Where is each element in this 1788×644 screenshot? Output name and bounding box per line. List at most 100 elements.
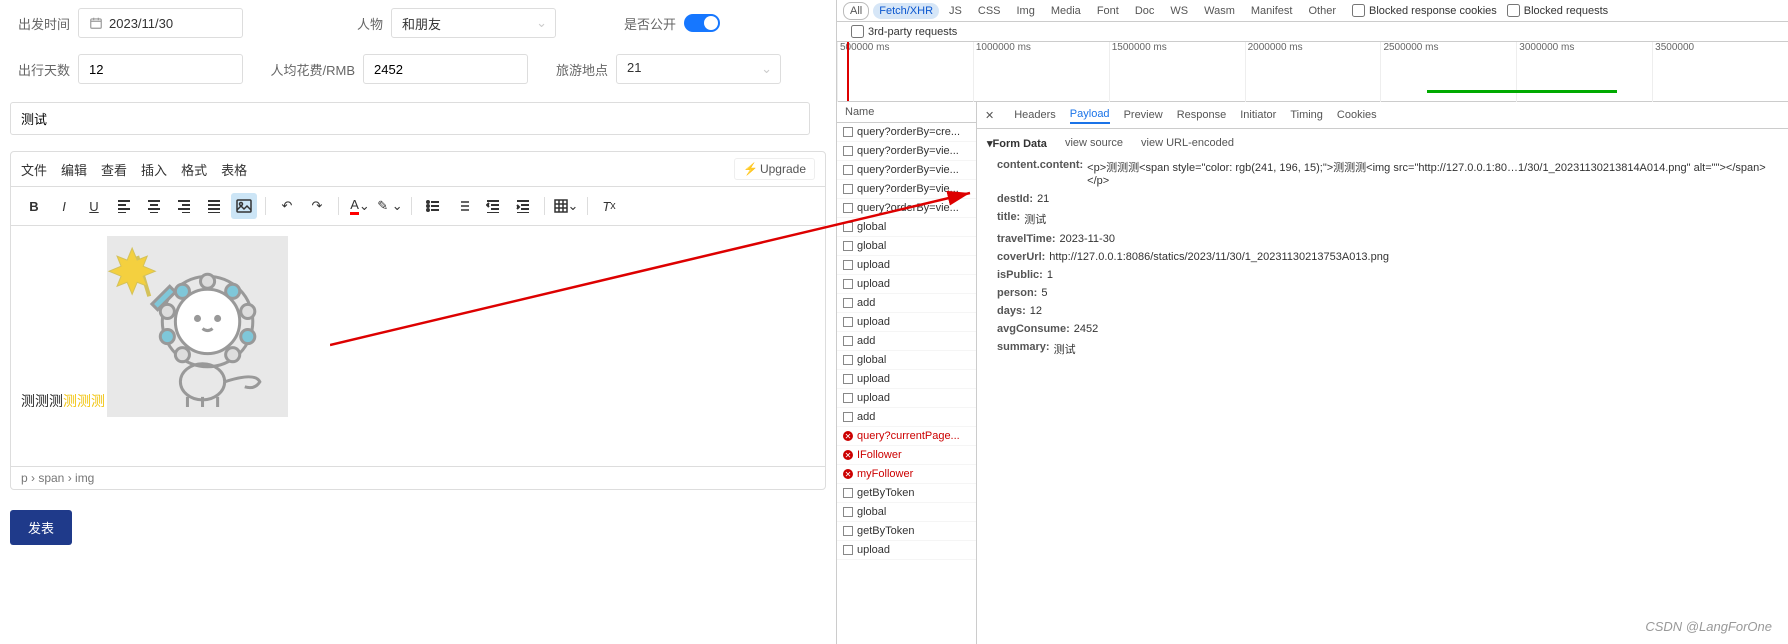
request-row[interactable]: add — [837, 408, 976, 427]
checkbox-icon — [843, 165, 853, 175]
upgrade-button[interactable]: ⚡ Upgrade — [734, 158, 815, 180]
image-icon[interactable] — [231, 193, 257, 219]
menu-table[interactable]: 表格 — [221, 160, 247, 179]
request-row[interactable]: upload — [837, 370, 976, 389]
timeline-tick: 3500000 — [1652, 42, 1788, 102]
detail-tab-timing[interactable]: Timing — [1290, 107, 1323, 123]
name-column-header[interactable]: Name — [837, 102, 976, 123]
request-row[interactable]: upload — [837, 313, 976, 332]
filter-media[interactable]: Media — [1045, 3, 1087, 19]
detail-tab-preview[interactable]: Preview — [1124, 107, 1163, 123]
request-row[interactable]: add — [837, 332, 976, 351]
blocked-cookies-label[interactable]: Blocked response cookies — [1352, 4, 1497, 17]
payload-row: avgConsume:2452 — [987, 320, 1778, 338]
editor-breadcrumb[interactable]: p › span › img — [11, 466, 825, 489]
request-row[interactable]: add — [837, 294, 976, 313]
view-url-encoded-link[interactable]: view URL-encoded — [1141, 137, 1234, 150]
redo-icon[interactable]: ↷ — [304, 193, 330, 219]
request-row[interactable]: ✕IFollower — [837, 446, 976, 465]
publish-button[interactable]: 发表 — [10, 510, 72, 545]
form-data-label[interactable]: ▾Form Data — [987, 137, 1047, 150]
align-justify-icon[interactable] — [201, 193, 227, 219]
person-label: 人物 — [323, 14, 383, 33]
underline-icon[interactable]: U — [81, 193, 107, 219]
filter-manifest[interactable]: Manifest — [1245, 3, 1299, 19]
request-row[interactable]: ✕myFollower — [837, 465, 976, 484]
filter-js[interactable]: JS — [943, 3, 968, 19]
menu-format[interactable]: 格式 — [181, 160, 207, 179]
blocked-requests-label[interactable]: Blocked requests — [1507, 4, 1608, 17]
chevron-down-icon: ⌄ — [536, 15, 547, 31]
bold-icon[interactable]: B — [21, 193, 47, 219]
request-row[interactable]: getByToken — [837, 484, 976, 503]
devtools-panel: AllFetch/XHRJSCSSImgMediaFontDocWSWasmMa… — [836, 0, 1788, 644]
request-row[interactable]: query?orderBy=vie... — [837, 199, 976, 218]
filter-font[interactable]: Font — [1091, 3, 1125, 19]
request-row[interactable]: global — [837, 218, 976, 237]
request-row[interactable]: global — [837, 351, 976, 370]
timeline-tick: 1000000 ms — [973, 42, 1109, 102]
public-switch[interactable] — [684, 14, 720, 32]
close-icon[interactable]: ✕ — [985, 109, 994, 122]
checkbox-icon — [843, 412, 853, 422]
clear-format-icon[interactable]: Tx — [596, 193, 622, 219]
number-list-icon[interactable] — [450, 193, 476, 219]
network-timeline[interactable]: 500000 ms1000000 ms1500000 ms2000000 ms2… — [837, 42, 1788, 102]
departure-date-input[interactable]: 2023/11/30 — [78, 8, 243, 38]
summary-input[interactable] — [10, 102, 810, 135]
request-row[interactable]: ✕query?currentPage... — [837, 427, 976, 446]
request-row[interactable]: upload — [837, 541, 976, 560]
menu-view[interactable]: 查看 — [101, 160, 127, 179]
detail-tab-payload[interactable]: Payload — [1070, 106, 1110, 124]
table-icon[interactable]: ⌄ — [553, 193, 579, 219]
request-row[interactable]: global — [837, 237, 976, 256]
inserted-image[interactable]: 测测测测测测 — [107, 236, 288, 417]
menu-insert[interactable]: 插入 — [141, 160, 167, 179]
menu-edit[interactable]: 编辑 — [61, 160, 87, 179]
request-row[interactable]: getByToken — [837, 522, 976, 541]
undo-icon[interactable]: ↶ — [274, 193, 300, 219]
bolt-icon: ⚡ — [743, 162, 758, 176]
filter-fetch/xhr[interactable]: Fetch/XHR — [873, 3, 939, 19]
filter-doc[interactable]: Doc — [1129, 3, 1161, 19]
content-text-orange: 测测测 — [63, 393, 105, 409]
view-source-link[interactable]: view source — [1065, 137, 1123, 150]
request-row[interactable]: upload — [837, 256, 976, 275]
filter-ws[interactable]: WS — [1164, 3, 1194, 19]
editor-content[interactable]: 测测测测测测 — [11, 226, 825, 466]
public-label: 是否公开 — [616, 14, 676, 33]
highlight-icon[interactable]: ✎ ⌄ — [377, 193, 403, 219]
indent-icon[interactable] — [510, 193, 536, 219]
request-row[interactable]: query?orderBy=vie... — [837, 142, 976, 161]
italic-icon[interactable]: I — [51, 193, 77, 219]
align-left-icon[interactable] — [111, 193, 137, 219]
days-input[interactable] — [78, 54, 243, 84]
filter-wasm[interactable]: Wasm — [1198, 3, 1241, 19]
text-color-icon[interactable]: A ⌄ — [347, 193, 373, 219]
request-row[interactable]: upload — [837, 389, 976, 408]
filter-other[interactable]: Other — [1302, 3, 1342, 19]
request-row[interactable]: query?orderBy=vie... — [837, 161, 976, 180]
outdent-icon[interactable] — [480, 193, 506, 219]
align-right-icon[interactable] — [171, 193, 197, 219]
cost-input[interactable] — [363, 54, 528, 84]
person-select[interactable]: 和朋友 ⌄ — [391, 8, 556, 38]
dest-select[interactable]: 21 ⌄ — [616, 54, 781, 84]
detail-tab-initiator[interactable]: Initiator — [1240, 107, 1276, 123]
bullet-list-icon[interactable] — [420, 193, 446, 219]
third-party-checkbox[interactable]: 3rd-party requests — [851, 25, 1780, 38]
request-row[interactable]: query?orderBy=cre... — [837, 123, 976, 142]
request-row[interactable]: global — [837, 503, 976, 522]
timeline-tick: 3000000 ms — [1516, 42, 1652, 102]
filter-all[interactable]: All — [843, 2, 869, 20]
detail-tab-cookies[interactable]: Cookies — [1337, 107, 1377, 123]
request-row[interactable]: upload — [837, 275, 976, 294]
request-row[interactable]: query?orderBy=vie... — [837, 180, 976, 199]
filter-css[interactable]: CSS — [972, 3, 1007, 19]
menu-file[interactable]: 文件 — [21, 160, 47, 179]
detail-tab-response[interactable]: Response — [1177, 107, 1227, 123]
align-center-icon[interactable] — [141, 193, 167, 219]
filter-img[interactable]: Img — [1011, 3, 1041, 19]
request-list: Name query?orderBy=cre...query?orderBy=v… — [837, 102, 977, 644]
detail-tab-headers[interactable]: Headers — [1014, 107, 1056, 123]
